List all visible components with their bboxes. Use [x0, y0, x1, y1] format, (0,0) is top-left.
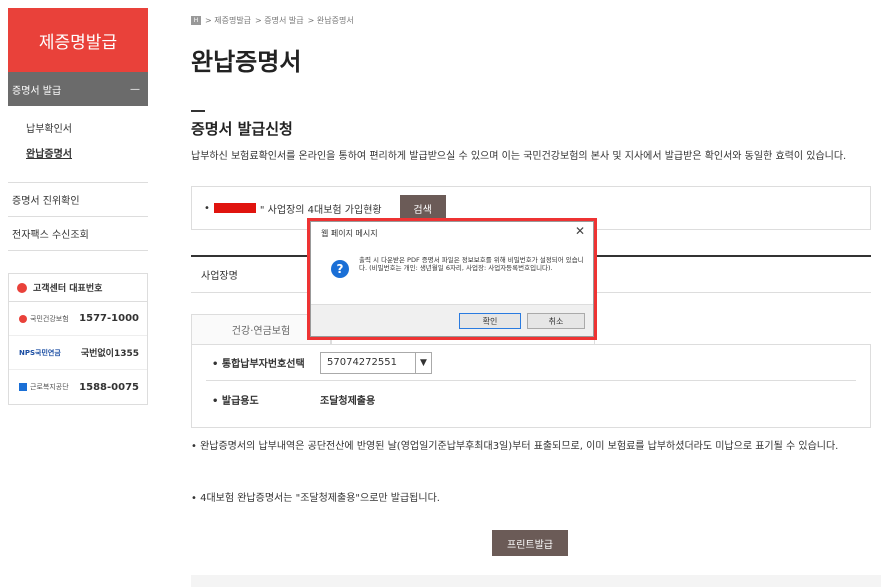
customer-center-title: 고객센터 대표번호: [9, 274, 147, 302]
sidebar-item-payment-confirm[interactable]: 납부확인서: [26, 120, 148, 135]
cancel-button[interactable]: 취소: [527, 313, 585, 329]
cs-number-nhis: 1577-1000: [79, 313, 139, 324]
collapse-icon[interactable]: —: [130, 84, 140, 95]
cs-title-text: 고객센터 대표번호: [33, 284, 103, 294]
cs-row-comwel: 근로복지공단 1588-0075: [9, 370, 147, 404]
form-box: • 통합납부자번호선택 57074272551 ▼ • 발급용도 조달청제출용: [191, 344, 871, 428]
chevron-down-icon[interactable]: ▼: [415, 352, 431, 373]
form-row-purpose: • 발급용도 조달청제출용: [206, 381, 856, 417]
sidebar-subitems: 납부확인서 완납증명서: [8, 106, 148, 183]
sidebar-item-verify[interactable]: 증명서 진위확인: [8, 183, 148, 217]
cs-row-nhis: 국민건강보험 1577-1000: [9, 302, 147, 336]
ok-button[interactable]: 확인: [459, 313, 521, 329]
dialog-message: 출력 시 다운받은 PDF 증명서 파일은 정보보호를 위해 비밀번호가 설정되…: [359, 256, 584, 272]
breadcrumb-item[interactable]: > 완납증명서: [308, 15, 354, 26]
cs-number-comwel: 1588-0075: [79, 381, 139, 393]
print-button[interactable]: 프린트발급: [492, 530, 568, 556]
dialog-body: ? 출력 시 다운받은 PDF 증명서 파일은 정보보호를 위해 비밀번호가 설…: [311, 246, 593, 306]
sidebar-header[interactable]: 제증명발급: [8, 8, 148, 72]
sidebar-section-label: 증명서 발급: [12, 85, 62, 97]
section-divider: [191, 110, 205, 112]
payer-number-value: 57074272551: [327, 357, 397, 368]
form-row-payer: • 통합납부자번호선택 57074272551 ▼: [206, 345, 856, 381]
purpose-label: • 발급용도: [212, 395, 259, 407]
alert-dialog: 웹 페이지 메시지 ✕ ? 출력 시 다운받은 PDF 증명서 파일은 정보보호…: [310, 221, 594, 337]
business-name-label: 사업장명: [201, 271, 238, 282]
payer-number-label: • 통합납부자번호선택: [212, 359, 305, 370]
dialog-footer: 확인 취소: [311, 304, 593, 336]
cs-org-comwel: 근로복지공단: [30, 383, 69, 391]
close-icon[interactable]: ✕: [575, 224, 585, 238]
search-label: " 사업장의 4대보험 가입현황: [259, 204, 382, 216]
bullet: •: [204, 202, 210, 214]
sidebar-item-fax[interactable]: 전자팩스 수신조회: [8, 217, 148, 251]
redacted-name: [213, 203, 256, 213]
breadcrumb-item[interactable]: > 증명서 발급: [255, 15, 304, 26]
question-icon: ?: [331, 260, 349, 278]
customer-center-box: 고객센터 대표번호 국민건강보험 1577-1000 NPS국민연금 국번없이1…: [8, 273, 148, 405]
dialog-title: 웹 페이지 메시지: [321, 229, 378, 238]
nhis-logo: 국민건강보험: [19, 314, 69, 324]
phone-icon: [17, 282, 27, 293]
cs-org-nps: NPS국민연금: [19, 348, 61, 357]
alert-dialog-highlight: 웹 페이지 메시지 ✕ ? 출력 시 다운받은 PDF 증명서 파일은 정보보호…: [307, 218, 597, 340]
purpose-value: 조달청제출용: [320, 395, 376, 407]
breadcrumb: H > 제증명발급 > 증명서 발급 > 완납증명서: [191, 15, 354, 26]
sidebar-section-certificate[interactable]: 증명서 발급 —: [8, 72, 148, 106]
note-payment-delay: • 완납증명서의 납부내역은 공단전산에 반영된 날(영업일기준납부후최대3일)…: [191, 441, 839, 452]
sidebar-item-full-payment[interactable]: 완납증명서: [26, 145, 148, 160]
note-purpose: • 4대보험 완납증명서는 "조달청제출용"으로만 발급됩니다.: [191, 493, 440, 504]
nps-logo: NPS국민연금: [19, 348, 61, 358]
breadcrumb-item[interactable]: > 제증명발급: [205, 15, 251, 26]
cs-row-nps: NPS국민연금 국번없이1355: [9, 336, 147, 370]
page-title: 완납증명서: [191, 48, 302, 76]
cs-org-nhis: 국민건강보험: [30, 314, 69, 323]
bottom-band: [191, 575, 881, 587]
home-icon[interactable]: H: [191, 16, 201, 25]
cs-number-nps: 국번없이1355: [80, 349, 139, 359]
comwel-logo: 근로복지공단: [19, 382, 69, 392]
payer-number-select[interactable]: 57074272551 ▼: [320, 351, 432, 374]
description: 납부하신 보험료확인서를 온라인을 통하여 편리하게 발급받으실 수 있으며 이…: [191, 151, 847, 162]
sidebar: 제증명발급 증명서 발급 — 납부확인서 완납증명서 증명서 진위확인 전자팩스…: [8, 8, 148, 405]
section-title: 증명서 발급신청: [191, 120, 293, 138]
